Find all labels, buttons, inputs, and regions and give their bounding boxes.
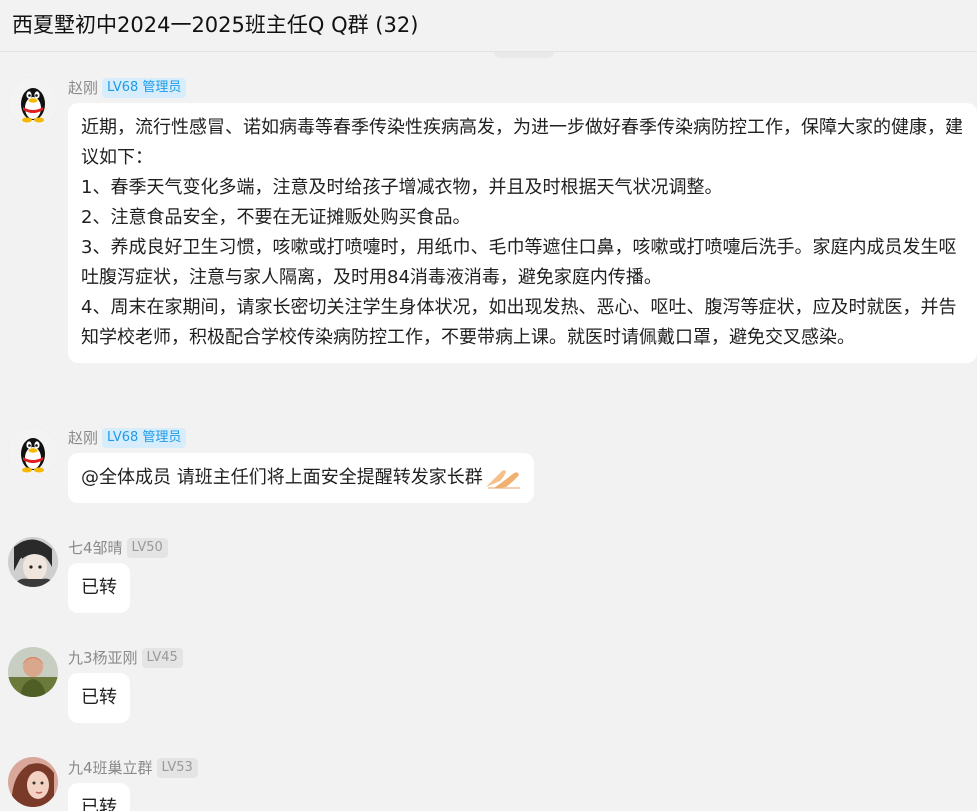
message-meta: 赵刚 LV68 管理员 — [68, 77, 187, 99]
photo-avatar-green[interactable] — [8, 647, 58, 697]
member-badge: LV50 — [126, 538, 168, 558]
message-meta: 九3杨亚刚 LV45 — [68, 647, 183, 669]
qq-penguin-icon[interactable] — [8, 77, 58, 127]
message-bubble[interactable]: 已转 — [68, 783, 130, 811]
message-meta: 七4邹晴 LV50 — [68, 537, 168, 559]
message-list[interactable]: 赵刚 LV68 管理员 近期，流行性感冒、诺如病毒等春季传染性疾病高发，为进一步做… — [0, 53, 977, 811]
message-paragraph: 3、养成良好卫生习惯，咳嗽或打喷嚏时，用纸巾、毛巾等遮住口鼻，咳嗽或打喷嚏后洗手… — [81, 237, 957, 288]
sender-name[interactable]: 七4邹晴 — [68, 539, 123, 557]
message-meta: 九4班巢立群 LV53 — [68, 757, 198, 779]
message-text: 已转 — [81, 577, 117, 598]
message-meta: 赵刚 LV68 管理员 — [68, 427, 187, 449]
member-badge: LV68 管理员 — [102, 78, 187, 98]
message-paragraph: 近期，流行性感冒、诺如病毒等春季传染性疾病高发，为进一步做好春季传染病防控工作，… — [81, 117, 963, 168]
sender-name[interactable]: 九4班巢立群 — [68, 759, 153, 777]
sender-name[interactable]: 赵刚 — [68, 79, 98, 97]
pray-hands-icon — [485, 470, 520, 489]
sender-name[interactable]: 赵刚 — [68, 429, 98, 447]
message-text: 已转 — [81, 687, 117, 708]
member-badge: LV45 — [141, 648, 183, 668]
message-bubble[interactable]: 已转 — [68, 563, 130, 613]
qq-penguin-icon[interactable] — [8, 427, 58, 477]
member-badge: LV68 管理员 — [102, 428, 187, 448]
member-badge: LV53 — [156, 758, 198, 778]
message-paragraph: 4、周末在家期间，请家长密切关注学生身体状况，如出现发热、恶心、呕吐、腹泻等症状… — [81, 297, 957, 348]
message-bubble[interactable]: 近期，流行性感冒、诺如病毒等春季传染性疾病高发，为进一步做好春季传染病防控工作，… — [68, 103, 977, 363]
message-bubble[interactable]: 已转 — [68, 673, 130, 723]
group-title[interactable]: 西夏墅初中2024一2025班主任Q Q群 (32) — [12, 11, 418, 39]
chat-header: 西夏墅初中2024一2025班主任Q Q群 (32) — [0, 0, 977, 58]
photo-avatar-pink[interactable] — [8, 757, 58, 807]
message-paragraph: 2、注意食品安全，不要在无证摊贩处购买食品。 — [81, 207, 471, 228]
message-paragraph: 1、春季天气变化多端，注意及时给孩子增减衣物，并且及时根据天气状况调整。 — [81, 177, 723, 198]
message-text: @全体成员 请班主任们将上面安全提醒转发家长群 — [81, 467, 483, 488]
sender-name[interactable]: 九3杨亚刚 — [68, 649, 138, 667]
anime-avatar[interactable] — [8, 537, 58, 587]
message-text: 已转 — [81, 797, 117, 811]
message-bubble[interactable]: @全体成员 请班主任们将上面安全提醒转发家长群 — [68, 453, 534, 503]
